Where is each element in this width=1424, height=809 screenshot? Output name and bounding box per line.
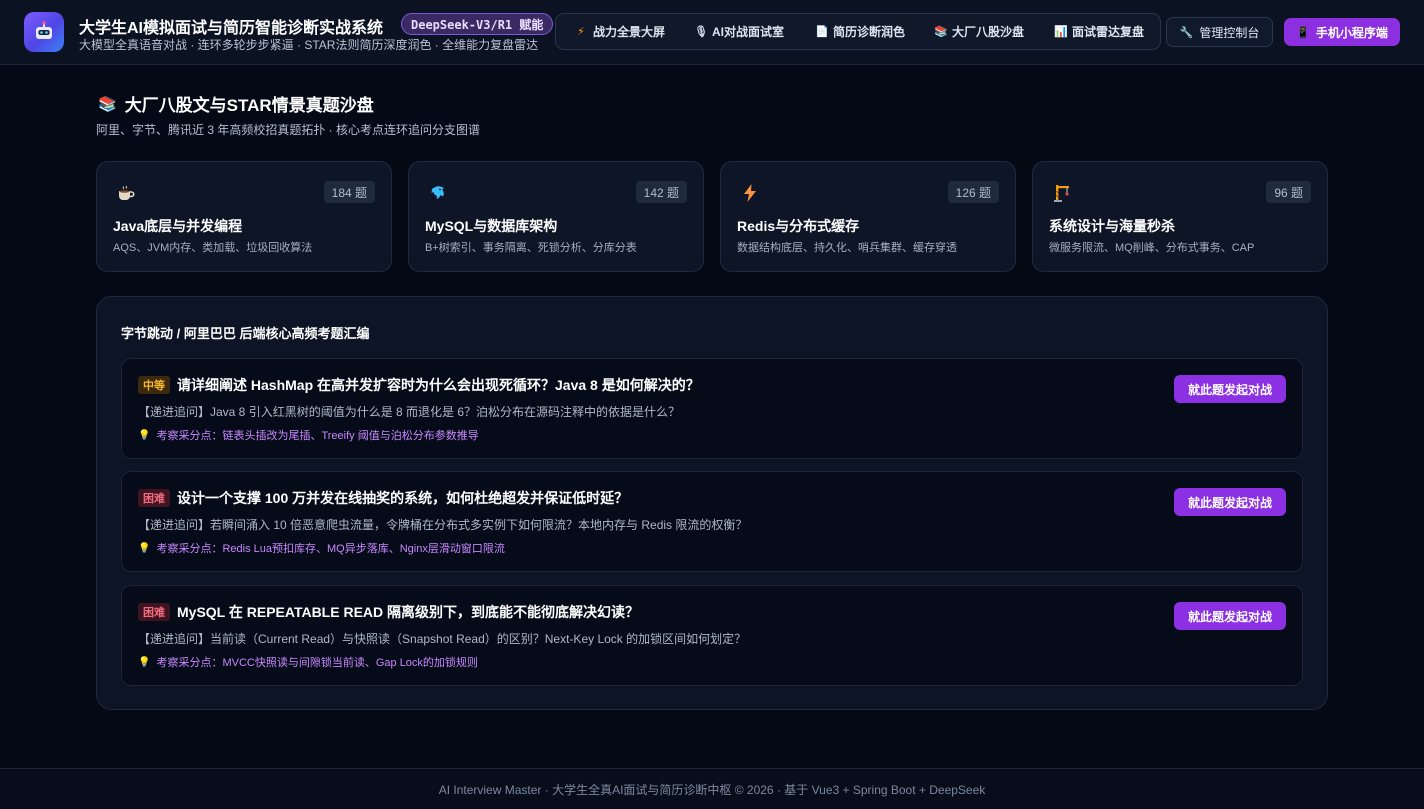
top-header: 大学生AI模拟面试与简历智能诊断实战系统 DeepSeek-V3/R1 赋能 大… bbox=[0, 0, 1424, 65]
question-header: 中等 请详细阐述 HashMap 在高并发扩容时为什么会出现死循环？Java 8… bbox=[138, 375, 700, 395]
app-title: 大学生AI模拟面试与简历智能诊断实战系统 bbox=[79, 20, 384, 37]
scoring-points-text: 链表头插改为尾插、Treeify 阈值与泊松分布参数推导 bbox=[222, 430, 479, 442]
lightbulb-icon: 💡 bbox=[138, 656, 151, 668]
admin-console-button[interactable]: 🔧 管理控制台 bbox=[1166, 17, 1273, 47]
page-subtitle: 阿里、字节、腾讯近 3 年高频校招真题拓扑 · 核心考点连环追问分支图谱 bbox=[96, 123, 481, 137]
question-count-badge: 126 题 bbox=[947, 181, 999, 203]
scoring-points-text: Redis Lua预扣库存、MQ异步落库、Nginx层滑动窗口限流 bbox=[222, 543, 505, 555]
question-card: 困难 设计一个支撑 100 万并发在线抽奖的系统，如何杜绝超发并保证低时延？ 【… bbox=[121, 471, 1303, 572]
scoring-points-prefix: 考察采分点： bbox=[156, 543, 223, 555]
nav-item-resume[interactable]: 📄 简历诊断润色 bbox=[815, 14, 905, 49]
question-card: 中等 请详细阐述 HashMap 在高并发扩容时为什么会出现死循环？Java 8… bbox=[121, 358, 1303, 459]
dolphin-icon bbox=[427, 182, 449, 204]
document-icon: 📄 bbox=[815, 26, 829, 38]
mini-program-label: 手机小程序端 bbox=[1315, 25, 1388, 40]
category-card-redis[interactable]: 126 题 Redis与分布式缓存 数据结构底层、持久化、哨兵集群、缓存穿透 bbox=[720, 161, 1016, 272]
nav-item-label: 战力全景大屏 bbox=[593, 25, 666, 39]
question-title: 请详细阐述 HashMap 在高并发扩容时为什么会出现死循环？Java 8 是如… bbox=[177, 377, 700, 393]
nav-item-label: 大厂八股沙盘 bbox=[952, 25, 1025, 39]
mini-program-button[interactable]: 📱 手机小程序端 bbox=[1284, 18, 1400, 46]
footer-text: AI Interview Master · 大学生全真AI面试与简历诊断中枢 ©… bbox=[438, 782, 986, 797]
category-desc: B+树索引、事务隔离、死锁分析、分库分表 bbox=[425, 242, 637, 254]
question-card: 困难 MySQL 在 REPEATABLE READ 隔离级别下，到底能不能彻底… bbox=[121, 585, 1303, 686]
coffee-icon bbox=[115, 182, 137, 204]
bar-chart-icon: 📊 bbox=[1054, 26, 1068, 38]
category-card-java[interactable]: 184 题 Java底层与并发编程 AQS、JVM内存、类加载、垃圾回收算法 bbox=[96, 161, 392, 272]
lightning-icon: ⚡ bbox=[577, 26, 585, 38]
question-title: 设计一个支撑 100 万并发在线抽奖的系统，如何杜绝超发并保证低时延？ bbox=[177, 490, 629, 506]
nav-item-interview-room[interactable]: 🎙 AI对战面试室 bbox=[694, 14, 784, 49]
category-desc: AQS、JVM内存、类加载、垃圾回收算法 bbox=[113, 242, 313, 254]
scoring-points: 💡 考察采分点： MVCC快照读与间隙锁当前读、Gap Lock的加锁规则 bbox=[138, 654, 478, 670]
difficulty-badge: 困难 bbox=[138, 489, 170, 507]
question-count-badge: 96 题 bbox=[1266, 181, 1311, 203]
category-name: MySQL与数据库架构 bbox=[425, 218, 558, 234]
nav-item-label: 简历诊断润色 bbox=[833, 25, 906, 39]
category-card-mysql[interactable]: 142 题 MySQL与数据库架构 B+树索引、事务隔离、死锁分析、分库分表 bbox=[408, 161, 704, 272]
scoring-points-prefix: 考察采分点： bbox=[156, 430, 223, 442]
nav-item-label: AI对战面试室 bbox=[712, 25, 785, 39]
questions-panel: 字节跳动 / 阿里巴巴 后端核心高频考题汇编 中等 请详细阐述 HashMap … bbox=[96, 296, 1328, 710]
difficulty-badge: 困难 bbox=[138, 603, 170, 621]
main-nav: ⚡ 战力全景大屏 🎙 AI对战面试室 📄 简历诊断润色 📚 大厂八股沙盘 📊 面… bbox=[555, 13, 1161, 50]
phone-icon: 📱 bbox=[1296, 26, 1310, 39]
category-desc: 数据结构底层、持久化、哨兵集群、缓存穿透 bbox=[737, 242, 957, 254]
nav-item-label: 面试雷达复盘 bbox=[1072, 25, 1145, 39]
model-badge: DeepSeek-V3/R1 赋能 bbox=[401, 13, 554, 35]
scoring-points: 💡 考察采分点： Redis Lua预扣库存、MQ异步落库、Nginx层滑动窗口限… bbox=[138, 540, 505, 556]
start-battle-button[interactable]: 就此题发起对战 bbox=[1174, 375, 1286, 403]
scoring-points: 💡 考察采分点： 链表头插改为尾插、Treeify 阈值与泊松分布参数推导 bbox=[138, 427, 479, 443]
app-subtitle: 大模型全真语音对战 · 连环多轮步步紧逼 · STAR法则简历深度润色 · 全维… bbox=[79, 38, 539, 52]
microphone-icon: 🎙 bbox=[694, 26, 708, 38]
page-footer: AI Interview Master · 大学生全真AI面试与简历诊断中枢 ©… bbox=[0, 768, 1424, 809]
crane-icon bbox=[1051, 182, 1073, 204]
category-name: Redis与分布式缓存 bbox=[737, 218, 860, 234]
lightbulb-icon: 💡 bbox=[138, 542, 151, 554]
admin-console-label: 管理控制台 bbox=[1199, 25, 1260, 40]
follow-up-question: 【递进追问】Java 8 引入红黑树的阈值为什么是 8 而退化是 6？泊松分布在… bbox=[138, 405, 681, 419]
question-title: MySQL 在 REPEATABLE READ 隔离级别下，到底能不能彻底解决幻… bbox=[177, 604, 640, 620]
category-desc: 微服务限流、MQ削峰、分布式事务、CAP bbox=[1049, 242, 1255, 254]
books-icon: 📚 bbox=[934, 26, 948, 38]
scoring-points-text: MVCC快照读与间隙锁当前读、Gap Lock的加锁规则 bbox=[222, 657, 478, 669]
category-card-system-design[interactable]: 96 题 系统设计与海量秒杀 微服务限流、MQ削峰、分布式事务、CAP bbox=[1032, 161, 1328, 272]
lightning-icon bbox=[739, 182, 761, 204]
start-battle-button[interactable]: 就此题发起对战 bbox=[1174, 602, 1286, 630]
page-title: 📚 大厂八股文与STAR情景真题沙盘 bbox=[98, 91, 374, 116]
question-header: 困难 MySQL 在 REPEATABLE READ 隔离级别下，到底能不能彻底… bbox=[138, 602, 639, 622]
nav-item-dashboard[interactable]: ⚡ 战力全景大屏 bbox=[575, 14, 665, 49]
category-name: Java底层与并发编程 bbox=[113, 218, 243, 234]
panel-title: 字节跳动 / 阿里巴巴 后端核心高频考题汇编 bbox=[121, 326, 370, 341]
start-battle-button[interactable]: 就此题发起对战 bbox=[1174, 488, 1286, 516]
lightbulb-icon: 💡 bbox=[138, 429, 151, 441]
follow-up-question: 【递进追问】若瞬间涌入 10 倍恶意爬虫流量，令牌桶在分布式多实例下如何限流？本… bbox=[138, 518, 748, 532]
difficulty-badge: 中等 bbox=[138, 376, 170, 394]
follow-up-question: 【递进追问】当前读（Current Read）与快照读（Snapshot Rea… bbox=[138, 632, 747, 646]
nav-item-radar-review[interactable]: 📊 面试雷达复盘 bbox=[1054, 14, 1144, 49]
page-title-text: 大厂八股文与STAR情景真题沙盘 bbox=[124, 96, 374, 115]
question-count-badge: 142 题 bbox=[635, 181, 687, 203]
wrench-icon: 🔧 bbox=[1179, 26, 1194, 39]
scoring-points-prefix: 考察采分点： bbox=[156, 657, 223, 669]
category-name: 系统设计与海量秒杀 bbox=[1049, 218, 1175, 234]
robot-icon[interactable] bbox=[24, 12, 64, 52]
books-icon: 📚 bbox=[98, 95, 117, 113]
question-count-badge: 184 题 bbox=[323, 181, 375, 203]
nav-item-question-bank[interactable]: 📚 大厂八股沙盘 bbox=[934, 14, 1024, 49]
question-header: 困难 设计一个支撑 100 万并发在线抽奖的系统，如何杜绝超发并保证低时延？ bbox=[138, 488, 628, 508]
